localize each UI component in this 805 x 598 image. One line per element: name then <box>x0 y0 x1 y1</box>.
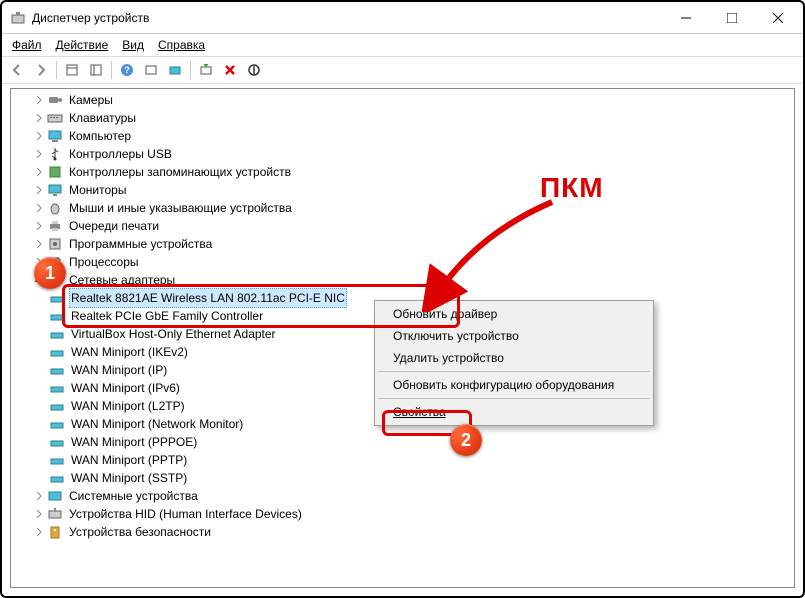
network-adapter-icon <box>49 398 65 414</box>
category-printqueues[interactable]: Очереди печати <box>11 217 794 235</box>
menu-action[interactable]: Действие <box>50 36 115 54</box>
annotation-pkm-label: ПКМ <box>540 172 604 204</box>
chevron-right-icon[interactable] <box>33 508 45 520</box>
category-software[interactable]: Программные устройства <box>11 235 794 253</box>
usb-icon <box>47 146 63 162</box>
toolbar-btn-1[interactable] <box>61 59 83 81</box>
toolbar: ? <box>2 56 803 84</box>
category-mice[interactable]: Мыши и иные указывающие устройства <box>11 199 794 217</box>
device-wan-pptp[interactable]: WAN Miniport (PPTP) <box>11 451 794 469</box>
category-keyboards[interactable]: Клавиатуры <box>11 109 794 127</box>
network-adapter-icon <box>49 362 65 378</box>
category-storage[interactable]: Контроллеры запоминающих устройств <box>11 163 794 181</box>
ctx-separator <box>378 371 650 372</box>
network-adapter-icon <box>49 434 65 450</box>
chevron-right-icon[interactable] <box>33 130 45 142</box>
ctx-scan-hardware[interactable]: Обновить конфигурацию оборудования <box>377 374 651 396</box>
category-computer[interactable]: Компьютер <box>11 127 794 145</box>
network-adapter-icon <box>49 326 65 342</box>
disable-button[interactable] <box>243 59 265 81</box>
chevron-right-icon[interactable] <box>33 184 45 196</box>
device-wan-sstp[interactable]: WAN Miniport (SSTP) <box>11 469 794 487</box>
network-adapter-icon <box>49 380 65 396</box>
monitor-icon <box>47 182 63 198</box>
update-button[interactable] <box>195 59 217 81</box>
menu-file[interactable]: Файл <box>6 36 48 54</box>
category-cameras[interactable]: Камеры <box>11 91 794 109</box>
forward-button[interactable] <box>30 59 52 81</box>
network-adapter-icon <box>49 308 65 324</box>
chevron-right-icon[interactable] <box>33 526 45 538</box>
chevron-right-icon[interactable] <box>33 238 45 250</box>
category-network[interactable]: Сетевые адаптеры <box>11 271 794 289</box>
context-menu: Обновить драйвер Отключить устройство Уд… <box>374 300 654 426</box>
mouse-icon <box>47 200 63 216</box>
toolbar-btn-4[interactable] <box>140 59 162 81</box>
maximize-button[interactable] <box>709 2 755 33</box>
category-hid[interactable]: Устройства HID (Human Interface Devices) <box>11 505 794 523</box>
keyboard-icon <box>47 110 63 126</box>
network-adapter-icon <box>49 416 65 432</box>
ctx-separator <box>378 398 650 399</box>
printer-icon <box>47 218 63 234</box>
category-processors[interactable]: Процессоры <box>11 253 794 271</box>
network-adapter-icon <box>49 344 65 360</box>
ctx-update-driver[interactable]: Обновить драйвер <box>377 303 651 325</box>
back-button[interactable] <box>6 59 28 81</box>
ctx-properties[interactable]: Свойства <box>377 401 651 423</box>
category-security[interactable]: Устройства безопасности <box>11 523 794 541</box>
chevron-right-icon[interactable] <box>33 94 45 106</box>
storage-icon <box>47 164 63 180</box>
chevron-right-icon[interactable] <box>33 202 45 214</box>
svg-text:?: ? <box>124 65 130 75</box>
network-adapter-icon <box>49 290 65 306</box>
computer-icon <box>47 128 63 144</box>
device-manager-window: Диспетчер устройств Файл Действие Вид Сп… <box>0 0 805 598</box>
app-icon <box>10 10 26 26</box>
titlebar: Диспетчер устройств <box>2 2 803 34</box>
chevron-right-icon[interactable] <box>33 166 45 178</box>
category-monitors[interactable]: Мониторы <box>11 181 794 199</box>
annotation-badge-1: 1 <box>34 257 66 289</box>
minimize-button[interactable] <box>663 2 709 33</box>
window-title: Диспетчер устройств <box>32 11 663 25</box>
category-usb[interactable]: Контроллеры USB <box>11 145 794 163</box>
chevron-right-icon[interactable] <box>33 148 45 160</box>
system-icon <box>47 488 63 504</box>
category-system[interactable]: Системные устройства <box>11 487 794 505</box>
toolbar-btn-2[interactable] <box>85 59 107 81</box>
delete-button[interactable] <box>219 59 241 81</box>
device-wan-pppoe[interactable]: WAN Miniport (PPPOE) <box>11 433 794 451</box>
chevron-right-icon[interactable] <box>33 490 45 502</box>
software-icon <box>47 236 63 252</box>
scan-button[interactable] <box>164 59 186 81</box>
window-controls <box>663 2 801 33</box>
ctx-uninstall-device[interactable]: Удалить устройство <box>377 347 651 369</box>
help-button[interactable]: ? <box>116 59 138 81</box>
menu-view[interactable]: Вид <box>116 36 150 54</box>
chevron-right-icon[interactable] <box>33 112 45 124</box>
close-button[interactable] <box>755 2 801 33</box>
security-icon <box>47 524 63 540</box>
menubar: Файл Действие Вид Справка <box>2 34 803 56</box>
hid-icon <box>47 506 63 522</box>
menu-help[interactable]: Справка <box>152 36 211 54</box>
annotation-badge-2: 2 <box>450 424 482 456</box>
network-adapter-icon <box>49 470 65 486</box>
camera-icon <box>47 92 63 108</box>
ctx-disable-device[interactable]: Отключить устройство <box>377 325 651 347</box>
chevron-right-icon[interactable] <box>33 220 45 232</box>
network-adapter-icon <box>49 452 65 468</box>
